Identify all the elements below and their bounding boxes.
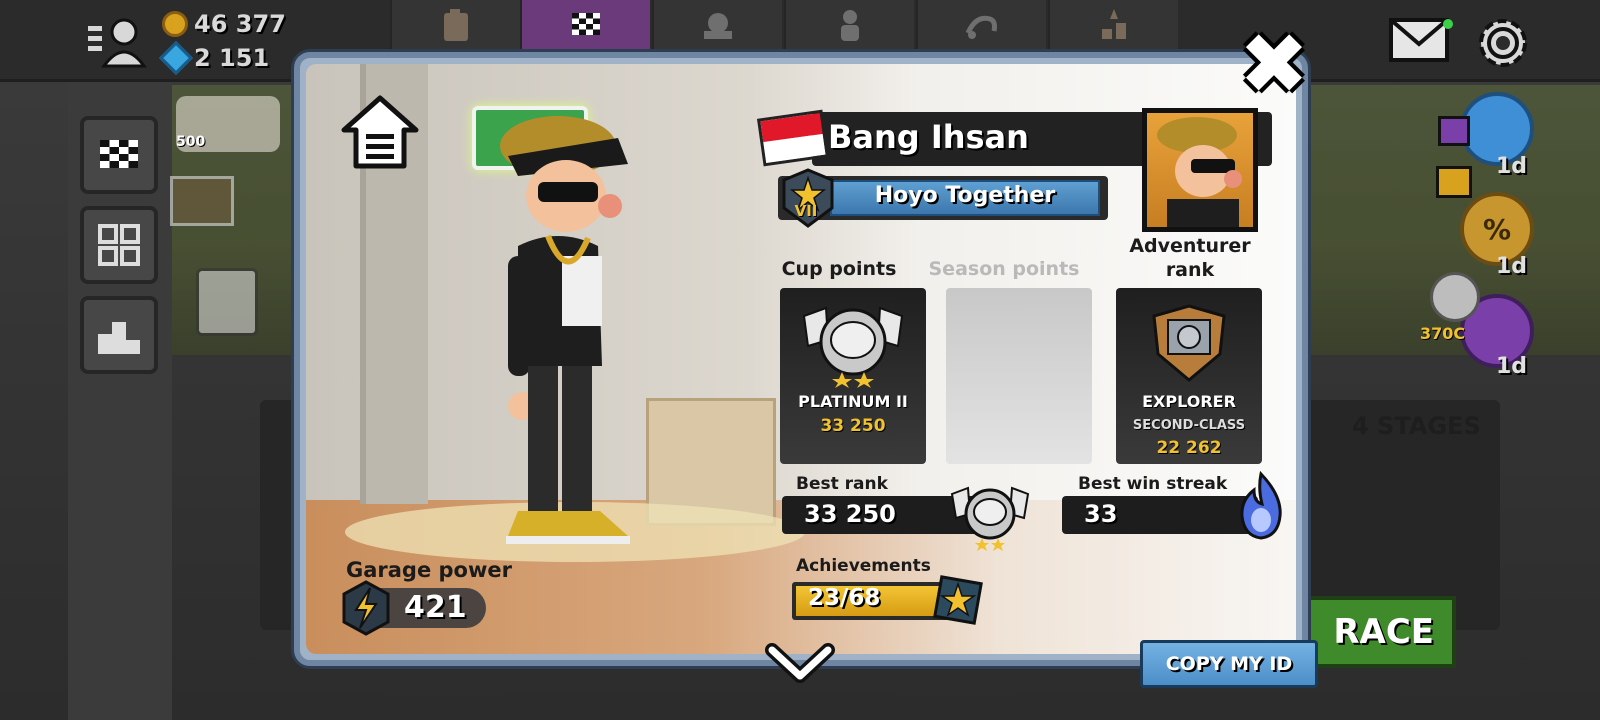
stages-label: 4 STAGES [1352, 412, 1481, 440]
milestone-box-icon [1436, 166, 1472, 198]
house-menu-icon [341, 95, 419, 169]
cup-rank: PLATINUM II [798, 392, 908, 411]
offer-timer-1: 1d [1496, 154, 1528, 179]
gem-counter: 2 151 [159, 41, 270, 75]
team-icon [704, 13, 732, 39]
cup-counter: 370C [1420, 324, 1466, 343]
tab-shop[interactable] [1048, 0, 1178, 50]
close-icon[interactable]: ✖ [1234, 22, 1314, 106]
offer-timer-3: 1d [1496, 354, 1528, 379]
checkered-flag-icon [572, 13, 600, 35]
coin-counter: 46 377 [162, 10, 286, 38]
podium-icon [98, 322, 140, 354]
mail-icon[interactable] [1388, 14, 1454, 66]
side-button-leaderboard[interactable] [80, 296, 158, 374]
grid-icon [98, 224, 140, 266]
gem-icon [159, 41, 193, 75]
tab-racing[interactable] [520, 0, 650, 50]
team-level: VII [794, 202, 818, 220]
event-thumbnail [170, 176, 234, 226]
explorer-shield-icon [1146, 302, 1232, 384]
season-points-card [946, 288, 1092, 464]
season-points-label: Season points [928, 258, 1080, 280]
fuel-can-icon [444, 9, 468, 41]
tab-team[interactable] [652, 0, 782, 50]
crown-milestone-icon [1438, 116, 1470, 146]
side-button-grid[interactable] [80, 206, 158, 284]
settings-gear-icon[interactable] [1470, 10, 1536, 76]
garage-power-label: Garage power [346, 558, 512, 582]
clipboard-icon[interactable] [196, 268, 258, 336]
achievement-star-icon [930, 572, 986, 628]
best-win-streak-value: 33 [1084, 500, 1118, 528]
best-win-streak-label: Best win streak [1078, 474, 1228, 494]
best-rank-value: 33 250 [804, 500, 896, 528]
best-rank-label: Best rank [796, 474, 888, 494]
cup-points-value: 33 250 [820, 416, 886, 436]
gem-amount: 2 151 [194, 44, 270, 72]
character-icon [841, 10, 859, 41]
checkered-flag-icon [100, 140, 138, 168]
country-flag-icon [756, 109, 830, 167]
platinum-helmet-icon [798, 298, 908, 388]
vehicle-icon [965, 15, 997, 39]
tab-character[interactable] [784, 0, 914, 50]
blue-flame-icon [1232, 470, 1290, 542]
team-name: Hoyo Together [874, 183, 1056, 208]
adventurer-points: 22 262 [1156, 438, 1222, 458]
helmet-badge-icon [1430, 272, 1480, 322]
best-rank-helmet-icon [948, 480, 1032, 552]
coin-icon [162, 11, 188, 37]
player-avatar [1142, 108, 1258, 232]
cup-points-label: Cup points [781, 258, 897, 280]
achievements-label: Achievements [796, 556, 931, 576]
player-name: Bang Ihsan [828, 118, 1029, 156]
side-button-race[interactable] [80, 116, 158, 194]
profile-icon[interactable] [86, 12, 148, 70]
tab-fuel[interactable] [390, 0, 520, 50]
shop-icon [1102, 9, 1126, 39]
offer-timer-2: 1d [1496, 254, 1528, 279]
adventurer-rank-label: Adventurer rank [1129, 235, 1251, 281]
adventurer-subrank: SECOND-CLASS [1132, 418, 1246, 433]
chest-reward-label: 500 [176, 134, 206, 150]
chevron-down-icon[interactable] [764, 642, 836, 686]
garage-power-value: 421 [404, 590, 467, 625]
achievements-value: 23/68 [808, 585, 881, 611]
tab-vehicle[interactable] [916, 0, 1046, 50]
player-character [478, 116, 648, 556]
copy-my-id-button[interactable]: COPY MY ID [1140, 640, 1318, 688]
lightning-icon [340, 580, 392, 636]
adventurer-rank: EXPLORER [1142, 392, 1236, 411]
menu-home-button[interactable] [340, 94, 420, 170]
coin-amount: 46 377 [194, 10, 286, 38]
race-button[interactable]: RACE [1296, 596, 1456, 668]
